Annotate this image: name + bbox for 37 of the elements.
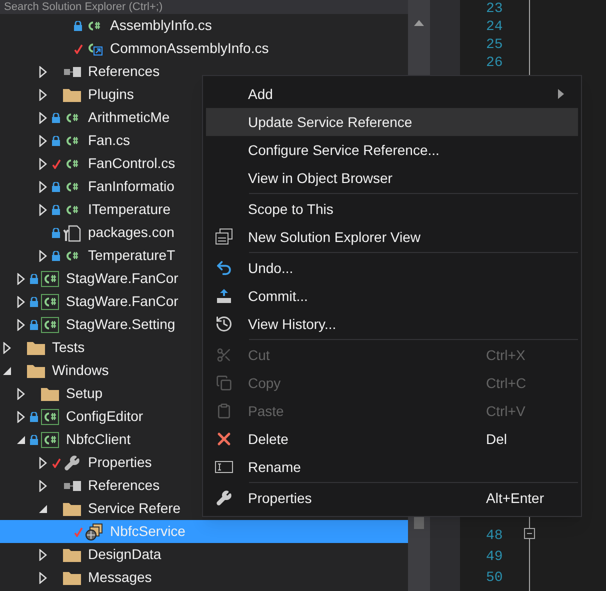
tree-item-label: Windows xyxy=(52,361,109,380)
line-number: 23 xyxy=(486,0,504,18)
tree-item-label: StagWare.FanCor xyxy=(66,292,178,311)
shortcut-label: Ctrl+X xyxy=(486,346,526,364)
tree-item-label: NbfcClient xyxy=(66,430,131,449)
shortcut-label: Ctrl+C xyxy=(486,374,528,392)
tree-item-label: Tests xyxy=(52,338,85,357)
tree-item-label: Service Refere xyxy=(88,499,181,518)
tree-item-label: ITemperature xyxy=(88,200,170,219)
line-number: 48 xyxy=(486,527,504,546)
tree-item-label: Setup xyxy=(66,384,103,403)
tree-item-label: CommonAssemblyInfo.cs xyxy=(110,39,269,58)
tree-item-label: ConfigEditor xyxy=(66,407,144,426)
line-number: 49 xyxy=(486,548,504,567)
line-number: 25 xyxy=(486,36,504,54)
tree-item-label: StagWare.FanCor xyxy=(66,269,178,288)
tree-item-label: FanInformatio xyxy=(88,177,174,196)
tree-item-label: TemperatureT xyxy=(88,246,176,265)
tree-item-label: Messages xyxy=(88,568,152,587)
tree-item-label: References xyxy=(88,476,160,495)
shortcut-label: Del xyxy=(486,430,508,448)
shortcut-label: Alt+Enter xyxy=(486,488,545,508)
line-number: 26 xyxy=(486,54,504,72)
tree-item-label: Properties xyxy=(88,453,152,472)
tree-item-label: DesignData xyxy=(88,545,162,564)
tree-item-label: Plugins xyxy=(88,85,134,104)
tree-item-label: ArithmeticMe xyxy=(88,108,170,127)
tree-item-label: References xyxy=(88,62,160,81)
tree-item-label: AssemblyInfo.cs xyxy=(110,16,212,35)
tree-item-label: Fan.cs xyxy=(88,131,130,150)
tree-item-label: StagWare.Setting xyxy=(66,315,176,334)
line-number: 24 xyxy=(486,18,504,36)
tree-item-label: FanControl.cs xyxy=(88,154,176,173)
tree-item-label: NbfcService xyxy=(110,522,186,541)
shortcut-label: Ctrl+V xyxy=(486,402,526,420)
line-number: 50 xyxy=(486,569,504,588)
tree-item-label: packages.con xyxy=(88,223,174,242)
